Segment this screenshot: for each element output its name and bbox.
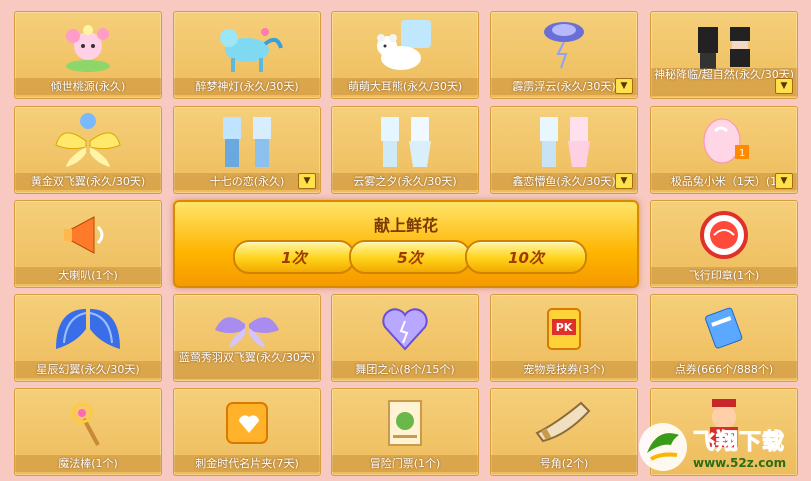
item-cell[interactable]: 刺金时代名片夹(7天) [173,388,321,476]
item-label: 号角(2个) [491,455,637,472]
item-label: 醉梦神灯(永久/30天) [174,78,320,95]
item-label: 刺金时代名片夹(7天) [174,455,320,472]
horn-icon [491,391,637,455]
offer-flowers-panel: 献上鲜花 1次 5次 10次 [173,200,639,288]
item-cell[interactable]: 萌萌大耳熊(永久/30天) [331,11,479,99]
item-cell[interactable]: 十七の恋(永久) ▼ [173,106,321,194]
item-cell[interactable]: 号角(2个) [490,388,638,476]
item-cell[interactable]: 蓝莺秀羽双飞翼(永久/30天) [173,294,321,382]
pony-lamp-icon [174,14,320,78]
chevron-down-icon[interactable]: ▼ [298,173,316,189]
item-cell[interactable]: PK 宠物竞技券(3个) [490,294,638,382]
item-cell[interactable]: 点券(666个/888个) [650,294,798,382]
item-label: 黄金双飞翼(永久/30天) [15,173,161,190]
item-label: 魔法棒(1个) [15,455,161,472]
item-label: 飞行印章(1个) [651,267,797,284]
item-grid: 倾世桃源(永久) 醉梦神灯(永久/30天) 萌萌大耳熊(永久/30天) 霹雳浮云… [0,0,811,481]
item-cell[interactable]: 鑫恋懵鱼(永久/30天) ▼ [490,106,638,194]
card-holder-icon [174,391,320,455]
item-cell[interactable]: 黄金双飞翼(永久/30天) [14,106,162,194]
blue-wings-icon [15,297,161,361]
heart-icon [332,297,478,361]
chevron-down-icon[interactable]: ▼ [775,173,793,189]
send-1-button[interactable]: 1次 [233,240,355,274]
megaphone-icon [15,203,161,267]
pink-outfit-icon [491,109,637,173]
item-label: 倾世桃源(永久) [15,78,161,95]
item-cell[interactable]: 冒险门票(1个) [331,388,479,476]
item-label: 萌萌大耳熊(永久/30天) [332,78,478,95]
item-cell[interactable]: 神秘降临/超自然(永久/30天) ▼ [650,11,798,99]
scroll-ticket-icon [332,391,478,455]
chevron-down-icon[interactable]: ▼ [615,78,633,94]
bunny-egg-icon: 1 [651,109,797,173]
item-cell[interactable]: 舞团之心(8个/15个) [331,294,479,382]
item-label: 蓝莺秀羽双飞翼(永久/30天) [174,351,320,379]
item-label: 星辰幻翼(永久/30天) [15,361,161,378]
item-cell[interactable]: 魔法棒(1个) [14,388,162,476]
golden-wings-icon [15,109,161,173]
item-cell[interactable]: 星辰幻翼(永久/30天) [14,294,162,382]
watermark-url: www.52z.com [693,456,787,470]
thunder-cloud-icon [491,14,637,78]
item-cell[interactable]: 醉梦神灯(永久/30天) [173,11,321,99]
magic-wand-icon [15,391,161,455]
item-cell[interactable]: 云雾之夕(永久/30天) [331,106,479,194]
item-label: 宠物竞技券(3个) [491,361,637,378]
item-label: 大喇叭(1个) [15,267,161,284]
svg-text:1: 1 [739,148,745,159]
item-label: 舞团之心(8个/15个) [332,361,478,378]
mist-outfit-icon [332,109,478,173]
watermark-brand: 飞翔下载 [692,430,786,456]
couple-outfit-icon [174,109,320,173]
coupon-icon [651,297,797,361]
chevron-down-icon[interactable]: ▼ [775,78,793,94]
chevron-down-icon[interactable]: ▼ [615,173,633,189]
watermark: 飞翔下载 www.52z.com [637,419,807,475]
svg-text:PK: PK [556,321,573,334]
white-bear-icon [332,14,478,78]
item-cell[interactable]: 倾世桃源(永久) [14,11,162,99]
fly-stamp-icon [651,203,797,267]
item-cell[interactable]: 霹雳浮云(永久/30天) ▼ [490,11,638,99]
send-10-button[interactable]: 10次 [465,240,587,274]
send-5-button[interactable]: 5次 [349,240,471,274]
panel-title: 献上鲜花 [373,216,438,235]
pk-ticket-icon: PK [491,297,637,361]
item-cell[interactable]: 飞行印章(1个) [650,200,798,288]
watermark-logo-icon [639,423,687,471]
item-cell[interactable]: 1 极品兔小米（1天）(1 ▼ [650,106,798,194]
item-label: 云雾之夕(永久/30天) [332,173,478,190]
item-label: 点券(666个/888个) [651,361,797,378]
flower-fairy-icon [15,14,161,78]
item-label: 冒险门票(1个) [332,455,478,472]
item-cell[interactable]: 大喇叭(1个) [14,200,162,288]
